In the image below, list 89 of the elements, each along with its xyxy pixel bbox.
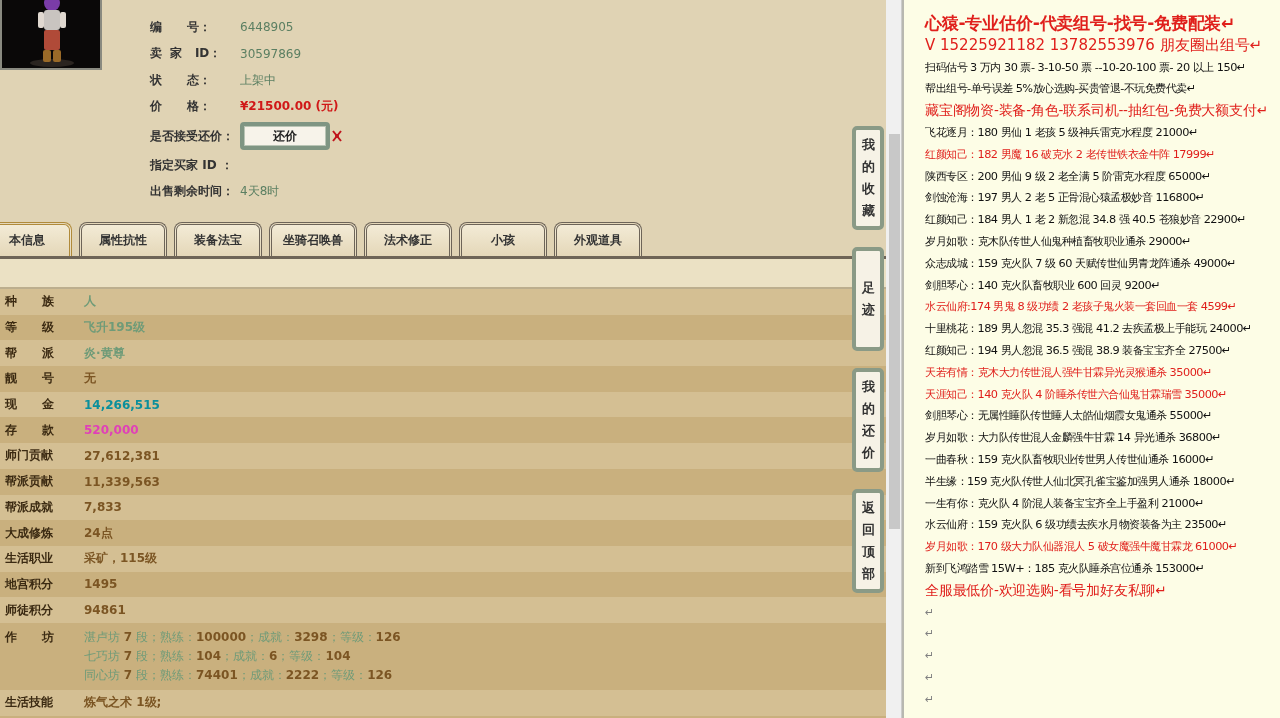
attribute-value: 炼气之术 1级; — [84, 694, 162, 712]
document-line: 岁月如歌：克木队传世人仙鬼种植畜牧职业通杀 29000↵ — [925, 233, 1192, 250]
field-label: 编 号： — [150, 18, 213, 36]
field-value: 30597869 — [240, 46, 302, 61]
attribute-value: 人 — [84, 293, 96, 311]
paragraph-mark: ↵ — [925, 669, 935, 686]
attribute-value: 27,612,381 — [84, 448, 160, 463]
attribute-label: 种 族 — [4, 293, 56, 311]
paragraph-mark: ↵ — [925, 626, 935, 643]
attribute-value: 520,000 — [84, 423, 139, 438]
attribute-label: 大成修炼 — [4, 524, 54, 542]
document-line: 水云仙府：159 克火队 6 级功绩去疾水月物资装备为主 23500↵ — [925, 517, 1229, 534]
workshop-line: 同心坊 7 段；熟练：74401；成就：2222；等级：126 — [84, 666, 394, 684]
scrollbar-thumb[interactable] — [889, 134, 900, 529]
tab[interactable]: 坐骑召唤兽 — [269, 222, 357, 256]
field-value: 4天8时 — [240, 183, 280, 201]
attribute-label: 生活技能 — [4, 694, 54, 712]
tab[interactable]: 本信息 — [0, 222, 72, 256]
tab[interactable]: 外观道具 — [554, 222, 642, 256]
attribute-value: 无 — [84, 370, 96, 388]
paragraph-mark: ↵ — [925, 691, 935, 708]
field-label: 价 格： — [150, 98, 213, 116]
paragraph-mark: ↵ — [925, 604, 935, 621]
tab[interactable]: 法术修正 — [364, 222, 452, 256]
document-heading: 心猿-专业估价-代卖组号-找号-免费配装↵ — [925, 13, 1237, 35]
side-button[interactable]: 返回顶部 — [852, 489, 884, 593]
document-line: 陕西专区：200 男仙 9 级 2 老全满 5 阶雷克水程度 65000↵ — [925, 168, 1212, 185]
attribute-label: 作 坊 — [4, 628, 56, 646]
tab[interactable]: 装备法宝 — [174, 222, 262, 256]
document-line: 岁月如歌：170 级大力队仙器混人 5 破女魔强牛魔甘霖龙 61000↵ — [925, 539, 1239, 556]
field-label: 状 态： — [150, 71, 213, 89]
attribute-value: 7,833 — [84, 500, 122, 515]
document-line: 天若有情：克木大力传世混人强牛甘霖异光灵猴通杀 35000↵ — [925, 364, 1213, 381]
document-line: 扫码估号 3 万内 30 票- 3-10-50 票 --10-20-100 票- 20 以上 150↵ — [925, 59, 1247, 76]
document-line: 红颜知己：184 男人 1 老 2 新忽混 34.8 强 40.5 苍狼妙音 22900↵ — [925, 212, 1248, 229]
document-line: V 15225921182 13782553976 朋友圈出组号↵ — [925, 34, 1264, 56]
tab[interactable]: 属性抗性 — [79, 222, 167, 256]
side-button[interactable]: 我的收藏 — [852, 126, 884, 230]
document-line: 剑蚀沧海：197 男人 2 老 5 正骨混心猿孟极妙音 116800↵ — [925, 190, 1206, 207]
field-label: 是否接受还价： — [150, 127, 235, 145]
document-line: 剑胆琴心：140 克火队畜牧职业 600 回灵 9200↵ — [925, 277, 1162, 294]
tab[interactable]: 小孩 — [459, 222, 547, 256]
attribute-value: 1495 — [84, 577, 118, 592]
attribute-label: 地宫积分 — [3, 575, 54, 593]
attribute-value: 94861 — [84, 603, 126, 618]
field-label: 指定买家 ID ： — [150, 156, 234, 174]
side-button[interactable]: 我的还价 — [852, 368, 884, 472]
document-line: 一曲春秋：159 克火队畜牧职业传世男人传世仙通杀 16000↵ — [925, 451, 1216, 468]
document-line: 十里桃花：189 男人忽混 35.3 强混 41.2 去疾孟极上手能玩 24000↵ — [925, 321, 1253, 338]
document-line: 水云仙府:174 男鬼 8 级功绩 2 老孩子鬼火装一套回血一套 4599↵ — [925, 299, 1238, 316]
attribute-label: 生活职业 — [4, 550, 54, 568]
attribute-label: 帮 派 — [4, 344, 56, 362]
attribute-label: 帮派成就 — [4, 498, 54, 516]
document-line: 一生有你：克火队 4 阶混人装备宝宝齐全上手盈利 21000↵ — [925, 495, 1205, 512]
attribute-label: 靓 号 — [4, 370, 56, 388]
document-line: 新到飞鸿踏雪 15W+：185 克火队睡杀宫位通杀 153000↵ — [925, 560, 1206, 577]
workshop-line: 湛卢坊 7 段；熟练：100000；成就：3298；等级：126 — [84, 628, 401, 646]
attribute-label: 帮派贡献 — [4, 473, 54, 491]
attribute-value: 11,339,563 — [84, 474, 160, 489]
document-line: 众志成城：159 克火队 7 级 60 天赋传世仙男青龙阵通杀 49000↵ — [925, 255, 1238, 272]
price-value: ¥21500.00 (元) — [240, 98, 339, 116]
document-line: 剑胆琴心：无属性睡队传世睡人太皓仙烟霞女鬼通杀 55000↵ — [925, 408, 1213, 425]
paragraph-mark: ↵ — [925, 648, 935, 665]
document-line: 红颜知己：194 男人忽混 36.5 强混 38.9 装备宝宝齐全 27500↵ — [925, 342, 1232, 359]
attribute-label: 现 金 — [3, 396, 56, 414]
field-label: 出售剩余时间： — [150, 183, 235, 201]
document-line: 全服最低价-欢迎选购-看号加好友私聊↵ — [925, 580, 1168, 600]
field-value: 上架中 — [240, 71, 276, 89]
attribute-value: 炎·黄尊 — [84, 344, 125, 362]
document-line: 帮出组号-单号误差 5%放心选购-买贵管退-不玩免费代卖↵ — [925, 81, 1197, 98]
attribute-label: 等 级 — [4, 319, 56, 337]
attribute-value: 24点 — [84, 524, 113, 542]
document-line: 半生缘：159 克火队传世人仙北冥孔雀宝鉴加强男人通杀 18000↵ — [925, 473, 1237, 490]
field-label: 卖 家 ID： — [150, 45, 223, 63]
side-button[interactable]: 足迹 — [852, 247, 884, 351]
document-line: 天涯知己：140 克火队 4 阶睡杀传世六合仙鬼甘霖瑞雪 35000↵ — [925, 386, 1229, 403]
attribute-label: 师徒积分 — [4, 601, 54, 619]
document-line: 藏宝阁物资-装备-角色-联系司机--抽红包-免费大额支付↵ — [925, 101, 1269, 121]
document-line: 红颜知己：182 男魔 16 破克水 2 老传世铁衣金牛阵 17999↵ — [925, 146, 1217, 163]
field-value: 6448905 — [240, 20, 294, 35]
attribute-value: 采矿，115级 — [84, 550, 158, 568]
attribute-label: 存 款 — [4, 421, 56, 439]
attribute-value: 14,266,515 — [84, 397, 160, 412]
attribute-value: 飞升195级 — [84, 319, 146, 337]
attribute-label: 师门贡献 — [4, 447, 54, 465]
document-line: 岁月如歌：大力队传世混人金麟强牛甘霖 14 异光通杀 36800↵ — [925, 430, 1223, 447]
workshop-line: 七巧坊 7 段；熟练：104；成就：6；等级：104 — [84, 647, 352, 665]
document-line: 飞花逐月：180 男仙 1 老孩 5 级神兵雷克水程度 21000↵ — [925, 125, 1199, 141]
bargain-button[interactable]: 还价 — [240, 122, 330, 150]
